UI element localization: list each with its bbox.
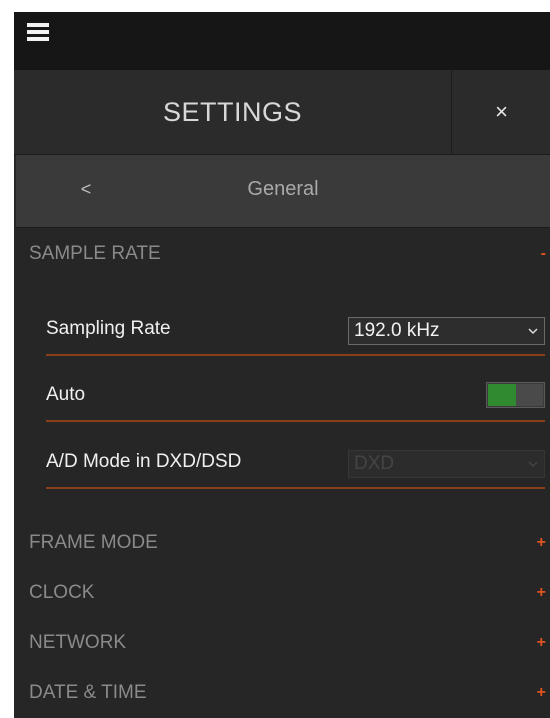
- collapse-icon[interactable]: -: [541, 234, 546, 274]
- sampling-rate-select[interactable]: 192.0 kHz: [348, 317, 545, 345]
- sampling-rate-label: Sampling Rate: [46, 318, 171, 339]
- settings-header: SETTINGS ×: [14, 70, 550, 155]
- expand-icon[interactable]: +: [537, 673, 546, 713]
- section-frame-mode[interactable]: FRAME MODE +: [14, 523, 550, 563]
- section-label: CLOCK: [29, 582, 95, 603]
- section-clock[interactable]: CLOCK +: [14, 573, 550, 613]
- expand-icon[interactable]: +: [537, 573, 546, 613]
- section-network[interactable]: NETWORK +: [14, 623, 550, 663]
- ad-mode-row: A/D Mode in DXD/DSD DXD: [46, 437, 545, 489]
- close-button[interactable]: ×: [451, 70, 550, 154]
- ad-mode-label: A/D Mode in DXD/DSD: [46, 451, 242, 472]
- section-sample-rate[interactable]: SAMPLE RATE -: [14, 234, 550, 274]
- auto-toggle[interactable]: [486, 382, 545, 408]
- breadcrumb: < General: [16, 155, 550, 228]
- section-label: SAMPLE RATE: [29, 243, 161, 264]
- ad-mode-value: DXD: [354, 453, 395, 474]
- expand-icon[interactable]: +: [537, 523, 546, 563]
- page-title: SETTINGS: [162, 97, 302, 127]
- back-button[interactable]: <: [66, 155, 106, 227]
- top-bar: [14, 12, 550, 70]
- section-date-time[interactable]: DATE & TIME +: [14, 673, 550, 713]
- sampling-rate-value: 192.0 kHz: [354, 320, 440, 341]
- section-label: DATE & TIME: [29, 682, 147, 703]
- toggle-on-fill: [488, 384, 516, 406]
- chevron-down-icon: [528, 328, 538, 335]
- section-label: NETWORK: [29, 632, 127, 653]
- settings-panel: SETTINGS × < General SAMPLE RATE - Sampl…: [14, 12, 550, 718]
- sampling-rate-row: Sampling Rate 192.0 kHz: [46, 304, 545, 356]
- chevron-down-icon: [528, 461, 538, 468]
- hamburger-icon[interactable]: [27, 23, 49, 43]
- section-label: FRAME MODE: [29, 532, 158, 553]
- toggle-knob: [516, 384, 543, 406]
- expand-icon[interactable]: +: [537, 623, 546, 663]
- ad-mode-select[interactable]: DXD: [348, 450, 545, 478]
- auto-label: Auto: [46, 384, 86, 405]
- auto-row: Auto: [46, 370, 545, 422]
